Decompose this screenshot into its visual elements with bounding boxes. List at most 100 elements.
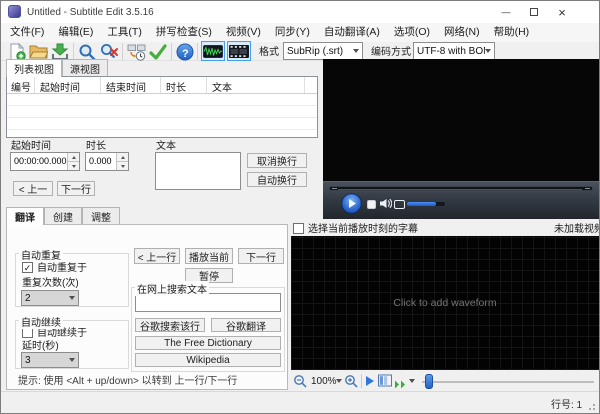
menu-file[interactable]: 文件(F) <box>3 23 51 42</box>
col-start-time[interactable]: 起始时间 <box>35 77 101 94</box>
play-icon <box>341 193 362 214</box>
seek-bar[interactable] <box>329 186 593 191</box>
show-video-button[interactable] <box>378 374 392 387</box>
auto-break-button[interactable]: 自动换行 <box>247 172 307 187</box>
menu-bar: 文件(F) 编辑(E) 工具(T) 拼写检查(S) 视频(V) 同步(Y) 自动… <box>1 23 599 42</box>
google-search-button[interactable]: 谷歌搜索该行 <box>135 318 205 333</box>
minimize-button[interactable]: — <box>492 1 520 23</box>
col-end-time[interactable]: 结束时间 <box>101 77 161 94</box>
shortcut-hint: 提示: 使用 <Alt + up/down> 以转到 上一行/下一行 <box>18 376 238 387</box>
spin-up-button[interactable] <box>117 153 128 162</box>
format-select[interactable]: SubRip (.srt) <box>283 42 363 60</box>
waveform-play-button[interactable] <box>366 376 374 386</box>
menu-auto-translate[interactable]: 自动翻译(A) <box>317 23 387 42</box>
toggle-waveform-button[interactable] <box>201 41 225 61</box>
subtitle-list[interactable]: 编号 起始时间 结束时间 时长 文本 <box>6 76 318 138</box>
select-current-subtitle-checkbox[interactable] <box>293 223 304 234</box>
waveform-icon <box>203 44 223 58</box>
spinner-arrows <box>67 153 79 170</box>
table-row <box>7 118 317 130</box>
position-slider-handle[interactable] <box>425 374 433 389</box>
delay-select[interactable]: 3 <box>21 352 79 368</box>
seek-track-line <box>338 188 582 190</box>
start-time-spinner[interactable]: 00:00:00.000 <box>10 152 80 171</box>
close-button[interactable]: × <box>548 1 576 23</box>
zoom-in-button[interactable] <box>344 374 358 388</box>
down-arrow-icon <box>120 164 125 168</box>
menu-sync[interactable]: 同步(Y) <box>268 23 317 42</box>
tab-list-view[interactable]: 列表视图 <box>6 59 62 77</box>
film-icon <box>229 44 249 58</box>
playback-speed-button[interactable] <box>394 376 407 389</box>
zoom-out-icon <box>294 375 307 388</box>
previous-line-button[interactable]: < 上一行 <box>134 248 180 264</box>
maximize-button[interactable] <box>520 1 548 23</box>
chevron-down-icon[interactable] <box>409 379 415 383</box>
toggle-video-button[interactable] <box>227 41 251 61</box>
video-columns-icon <box>378 374 392 387</box>
video-screen[interactable] <box>323 59 599 181</box>
mute-button[interactable] <box>379 197 393 210</box>
unbreak-button[interactable]: 取消换行 <box>247 153 307 168</box>
play-current-button[interactable]: 播放当前 <box>185 248 233 264</box>
tab-translate[interactable]: 翻译 <box>6 207 44 225</box>
auto-repeat-title: 自动重复 <box>19 247 63 262</box>
col-duration[interactable]: 时长 <box>161 77 207 94</box>
menu-options[interactable]: 选项(O) <box>387 23 437 42</box>
menu-edit[interactable]: 编辑(E) <box>51 23 100 42</box>
zoom-level-value[interactable]: 100% <box>311 376 337 388</box>
open-folder-icon <box>28 45 48 59</box>
help-button[interactable] <box>175 42 195 61</box>
stop-button[interactable] <box>367 200 376 209</box>
web-search-title: 在网上搜索文本 <box>135 281 209 296</box>
duration-spinner[interactable]: 0.000 <box>85 152 129 171</box>
waveform-area[interactable]: Click to add waveform <box>291 236 599 370</box>
tab-create[interactable]: 创建 <box>44 207 82 224</box>
next-subtitle-button[interactable]: 下一行 <box>57 181 95 196</box>
volume-slider[interactable] <box>407 202 445 206</box>
toolbar-separator <box>122 43 123 60</box>
menu-spellcheck[interactable]: 拼写检查(S) <box>149 23 219 42</box>
subtitle-text-input[interactable] <box>155 152 241 190</box>
seek-handle[interactable] <box>332 188 337 189</box>
free-dictionary-button[interactable]: The Free Dictionary <box>135 336 281 350</box>
wikipedia-button[interactable]: Wikipedia <box>135 353 281 367</box>
visual-sync-button[interactable] <box>126 42 146 61</box>
zoom-out-button[interactable] <box>293 374 307 388</box>
replace-icon <box>100 43 118 58</box>
google-translate-button[interactable]: 谷歌翻译 <box>211 318 281 333</box>
tab-source-view[interactable]: 源视图 <box>62 59 108 76</box>
check-icon <box>149 43 167 60</box>
col-number[interactable]: 编号 <box>7 77 35 94</box>
chevron-down-icon[interactable] <box>336 379 342 383</box>
spin-down-button[interactable] <box>117 162 128 170</box>
menu-video[interactable]: 视频(V) <box>219 23 268 42</box>
auto-repeat-checkbox-label: 自动重复于 <box>37 263 87 274</box>
subtitle-toggle-button[interactable] <box>394 200 405 209</box>
previous-subtitle-button[interactable]: < 上一 <box>13 181 53 196</box>
repeat-count-value: 2 <box>25 292 31 304</box>
encoding-label: 编码方式 <box>371 47 411 58</box>
select-current-subtitle-label: 选择当前播放时刻的字幕 <box>308 224 418 235</box>
menu-network[interactable]: 网络(N) <box>437 23 487 42</box>
auto-repeat-checkbox[interactable] <box>22 262 33 273</box>
resize-grip-icon[interactable] <box>587 402 596 411</box>
up-arrow-icon <box>120 155 125 159</box>
col-text[interactable]: 文本 <box>207 77 305 94</box>
menu-tools[interactable]: 工具(T) <box>100 23 148 42</box>
menu-help[interactable]: 帮助(H) <box>487 23 537 42</box>
auto-continue-title: 自动继续 <box>19 314 63 329</box>
next-line-button[interactable]: 下一行 <box>238 248 284 264</box>
spell-check-button[interactable] <box>148 42 168 61</box>
app-icon <box>8 5 21 18</box>
tab-adjust[interactable]: 调整 <box>82 207 120 224</box>
position-slider[interactable] <box>422 374 594 389</box>
encoding-select[interactable]: UTF-8 with BOM <box>413 42 495 60</box>
down-arrow-icon <box>71 164 76 168</box>
repeat-count-select[interactable]: 2 <box>21 290 79 306</box>
spin-up-button[interactable] <box>68 153 79 162</box>
play-button[interactable] <box>341 193 362 214</box>
spin-down-button[interactable] <box>68 162 79 170</box>
line-number-status: 行号: 1 <box>551 400 583 411</box>
table-header-row: 编号 起始时间 结束时间 时长 文本 <box>7 77 317 94</box>
